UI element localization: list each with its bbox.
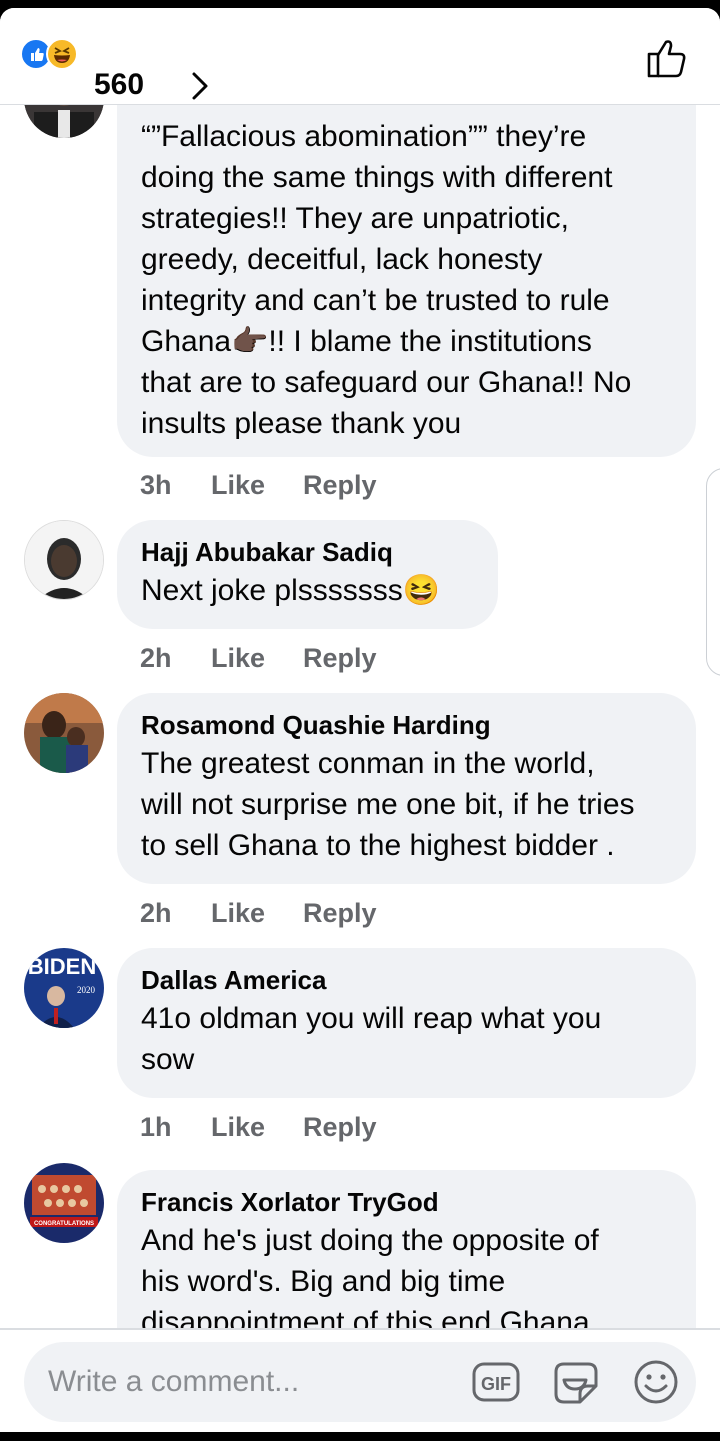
like-button[interactable]: Like bbox=[211, 643, 265, 674]
avatar-biden-icon: BIDEN 2020 bbox=[24, 948, 104, 1028]
comment-text: 41o oldman you will reap what you sow bbox=[141, 1002, 602, 1076]
like-button[interactable]: Like bbox=[211, 470, 265, 501]
chevron-right-icon[interactable] bbox=[188, 70, 212, 102]
like-button[interactable]: Like bbox=[211, 1112, 265, 1143]
sticker-icon[interactable] bbox=[552, 1358, 600, 1406]
avatar[interactable] bbox=[24, 520, 104, 600]
comment-bubble[interactable]: “”Fallacious abomination”” they’re doing… bbox=[117, 68, 696, 457]
comment-bubble[interactable]: Francis Xorlator TryGod And he's just do… bbox=[117, 1170, 696, 1330]
comment-text: Next joke plsssssss😆 bbox=[141, 574, 441, 607]
comment-bubble[interactable]: Rosamond Quashie Harding The greatest co… bbox=[117, 693, 696, 884]
reactions-header: 560 bbox=[0, 8, 720, 105]
like-button[interactable]: Like bbox=[211, 898, 265, 929]
comment-input[interactable]: Write a comment... GIF bbox=[24, 1342, 696, 1422]
reaction-count[interactable]: 560 bbox=[94, 68, 144, 102]
gif-label: GIF bbox=[481, 1374, 511, 1394]
screen: “”Fallacious abomination”” they’re doing… bbox=[0, 8, 720, 1432]
comment-time: 2h bbox=[140, 643, 172, 673]
avatar-photo-icon bbox=[24, 693, 104, 773]
gif-icon[interactable]: GIF bbox=[472, 1358, 520, 1406]
comment-time: 1h bbox=[140, 1112, 172, 1142]
comment-text: “”Fallacious abomination”” they’re doing… bbox=[141, 120, 632, 440]
comment-time: 3h bbox=[140, 470, 172, 500]
comment-author[interactable]: Dallas America bbox=[141, 962, 672, 998]
comment-bubble[interactable]: Dallas America 41o oldman you will reap … bbox=[117, 948, 696, 1098]
avatar-year: 2020 bbox=[77, 985, 96, 995]
comment-bubble[interactable]: Hajj Abubakar Sadiq Next joke plsssssss😆 bbox=[117, 520, 498, 629]
reply-button[interactable]: Reply bbox=[303, 470, 377, 501]
comment-text: The greatest conman in the world, will n… bbox=[141, 747, 635, 862]
side-panel-edge[interactable] bbox=[706, 468, 720, 676]
avatar-photo-icon bbox=[25, 521, 103, 599]
comment-author[interactable]: Francis Xorlator TryGod bbox=[141, 1184, 672, 1220]
reply-button[interactable]: Reply bbox=[303, 1112, 377, 1143]
comment-text: And he's just doing the opposite of his … bbox=[141, 1224, 599, 1330]
comments-list[interactable]: “”Fallacious abomination”” they’re doing… bbox=[0, 8, 720, 1330]
avatar[interactable]: CONGRATULATIONS bbox=[24, 1163, 104, 1243]
avatar-text: BIDEN bbox=[28, 954, 96, 979]
haha-icon bbox=[46, 38, 78, 70]
avatar-team-icon: CONGRATULATIONS bbox=[24, 1163, 104, 1243]
comment-composer: Write a comment... GIF bbox=[0, 1328, 720, 1432]
avatar[interactable]: BIDEN 2020 bbox=[24, 948, 104, 1028]
avatar-text: CONGRATULATIONS bbox=[34, 1221, 94, 1227]
reply-button[interactable]: Reply bbox=[303, 898, 377, 929]
comment-author[interactable]: Hajj Abubakar Sadiq bbox=[141, 534, 474, 570]
comment-time: 2h bbox=[140, 898, 172, 928]
avatar[interactable] bbox=[24, 693, 104, 773]
reply-button[interactable]: Reply bbox=[303, 643, 377, 674]
emoji-icon[interactable] bbox=[632, 1358, 680, 1406]
comment-placeholder: Write a comment... bbox=[48, 1365, 300, 1398]
thumbs-up-icon[interactable] bbox=[644, 36, 692, 80]
comment-author[interactable]: Rosamond Quashie Harding bbox=[141, 707, 672, 743]
